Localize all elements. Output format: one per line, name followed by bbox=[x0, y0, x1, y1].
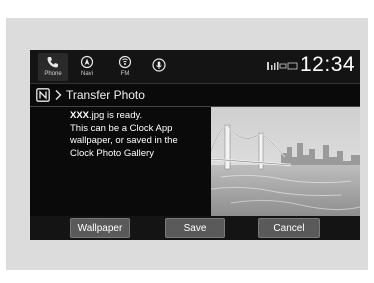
clock-time: 12:34 bbox=[300, 53, 356, 76]
chevron-right-icon bbox=[55, 90, 62, 100]
app-navi-label: Navi bbox=[80, 71, 93, 77]
nfc-icon bbox=[36, 88, 50, 102]
signal-status-icon bbox=[267, 62, 298, 70]
message-line-1: XXX.jpg is ready. bbox=[70, 110, 206, 123]
cancel-button[interactable]: Cancel bbox=[258, 218, 320, 238]
message-line-4: Clock Photo Gallery bbox=[70, 147, 154, 159]
page-title: Transfer Photo bbox=[66, 88, 145, 102]
message-line-3: wallpaper, or saved in the bbox=[70, 135, 178, 146]
save-button[interactable]: Save bbox=[165, 218, 225, 238]
voice-icon bbox=[152, 58, 166, 72]
radio-icon bbox=[118, 55, 132, 69]
wallpaper-button[interactable]: Wallpaper bbox=[70, 218, 130, 238]
app-fm-button[interactable]: FM bbox=[110, 53, 140, 81]
app-phone-button[interactable]: Phone bbox=[38, 53, 68, 81]
head-unit-screen: Phone Navi FM 12:34 Transfer Photo XXX.j… bbox=[30, 50, 360, 240]
transfer-message: XXX.jpg is ready. This can be a Clock Ap… bbox=[70, 110, 206, 160]
navigation-icon bbox=[80, 55, 94, 69]
photo-filename: XXX bbox=[70, 110, 90, 121]
app-fm-label: FM bbox=[120, 71, 130, 77]
header: Transfer Photo bbox=[30, 84, 360, 106]
message-line-2: This can be a Clock App bbox=[70, 122, 173, 134]
app-voice-button[interactable] bbox=[144, 56, 174, 78]
phone-icon bbox=[47, 57, 58, 68]
app-navi-button[interactable]: Navi bbox=[72, 53, 102, 81]
transferred-photo-preview bbox=[211, 107, 360, 217]
app-bar: Phone Navi FM 12:34 bbox=[30, 50, 360, 84]
message-line-1-rest: .jpg is ready. bbox=[89, 110, 143, 121]
app-phone-label: Phone bbox=[44, 71, 62, 77]
